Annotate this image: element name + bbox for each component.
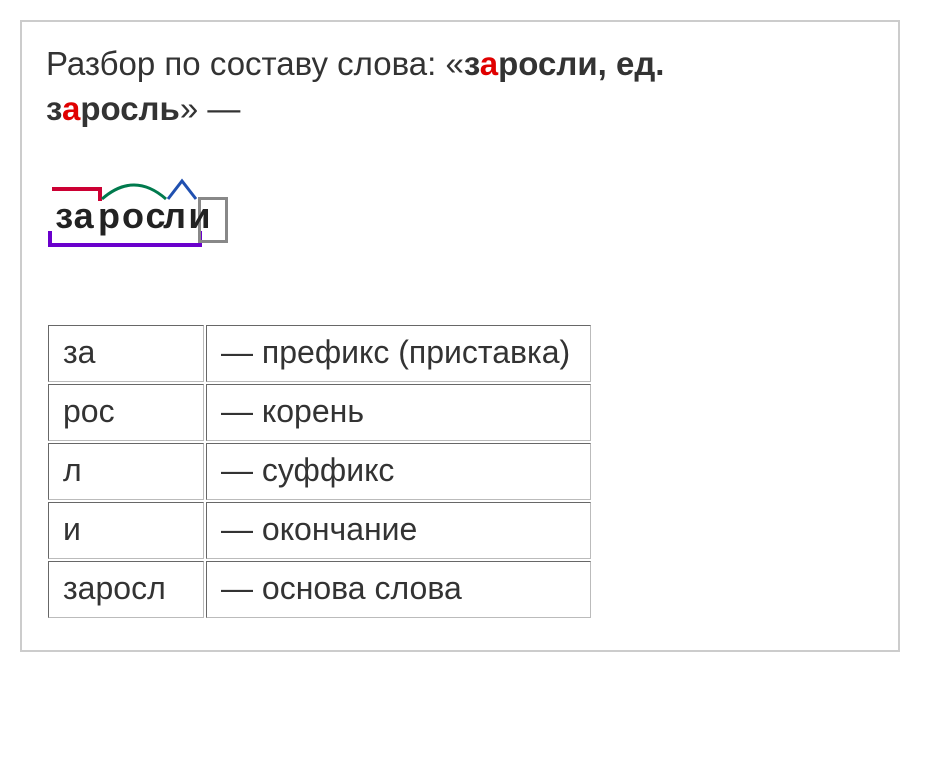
cell-part: л: [48, 443, 204, 500]
table-row: за — префикс (приставка): [48, 325, 591, 382]
diagram-suffix: л: [162, 195, 188, 237]
cell-desc: — префикс (приставка): [206, 325, 591, 382]
word2-pre: з: [46, 90, 62, 127]
table-row: и — окончание: [48, 502, 591, 559]
cell-desc: — основа слова: [206, 561, 591, 618]
word1-pre: з: [464, 45, 480, 82]
heading-text-before: Разбор по составу слова: «: [46, 45, 464, 82]
table-row: рос — корень: [48, 384, 591, 441]
morpheme-table: за — префикс (приставка) рос — корень л …: [46, 323, 593, 620]
cell-desc: — корень: [206, 384, 591, 441]
cell-desc: — суффикс: [206, 443, 591, 500]
table-row: заросл — основа слова: [48, 561, 591, 618]
word1-post: росли, ед.: [498, 45, 664, 82]
diagram-ending: и: [188, 195, 212, 237]
cell-part: рос: [48, 384, 204, 441]
word2-red: а: [62, 90, 80, 127]
cell-part: за: [48, 325, 204, 382]
table-row: л — суффикс: [48, 443, 591, 500]
diagram-letters: заросли: [52, 195, 212, 237]
diagram-prefix: за: [52, 195, 98, 237]
word1-red: а: [480, 45, 498, 82]
main-container: Разбор по составу слова: «заросли, ед. з…: [20, 20, 900, 652]
heading: Разбор по составу слова: «заросли, ед. з…: [46, 42, 874, 131]
diagram-root: рос: [98, 195, 162, 237]
cell-desc: — окончание: [206, 502, 591, 559]
word2-post: росль: [80, 90, 179, 127]
heading-text-after: » —: [180, 90, 241, 127]
cell-part: и: [48, 502, 204, 559]
morpheme-diagram: заросли: [52, 171, 252, 243]
cell-part: заросл: [48, 561, 204, 618]
